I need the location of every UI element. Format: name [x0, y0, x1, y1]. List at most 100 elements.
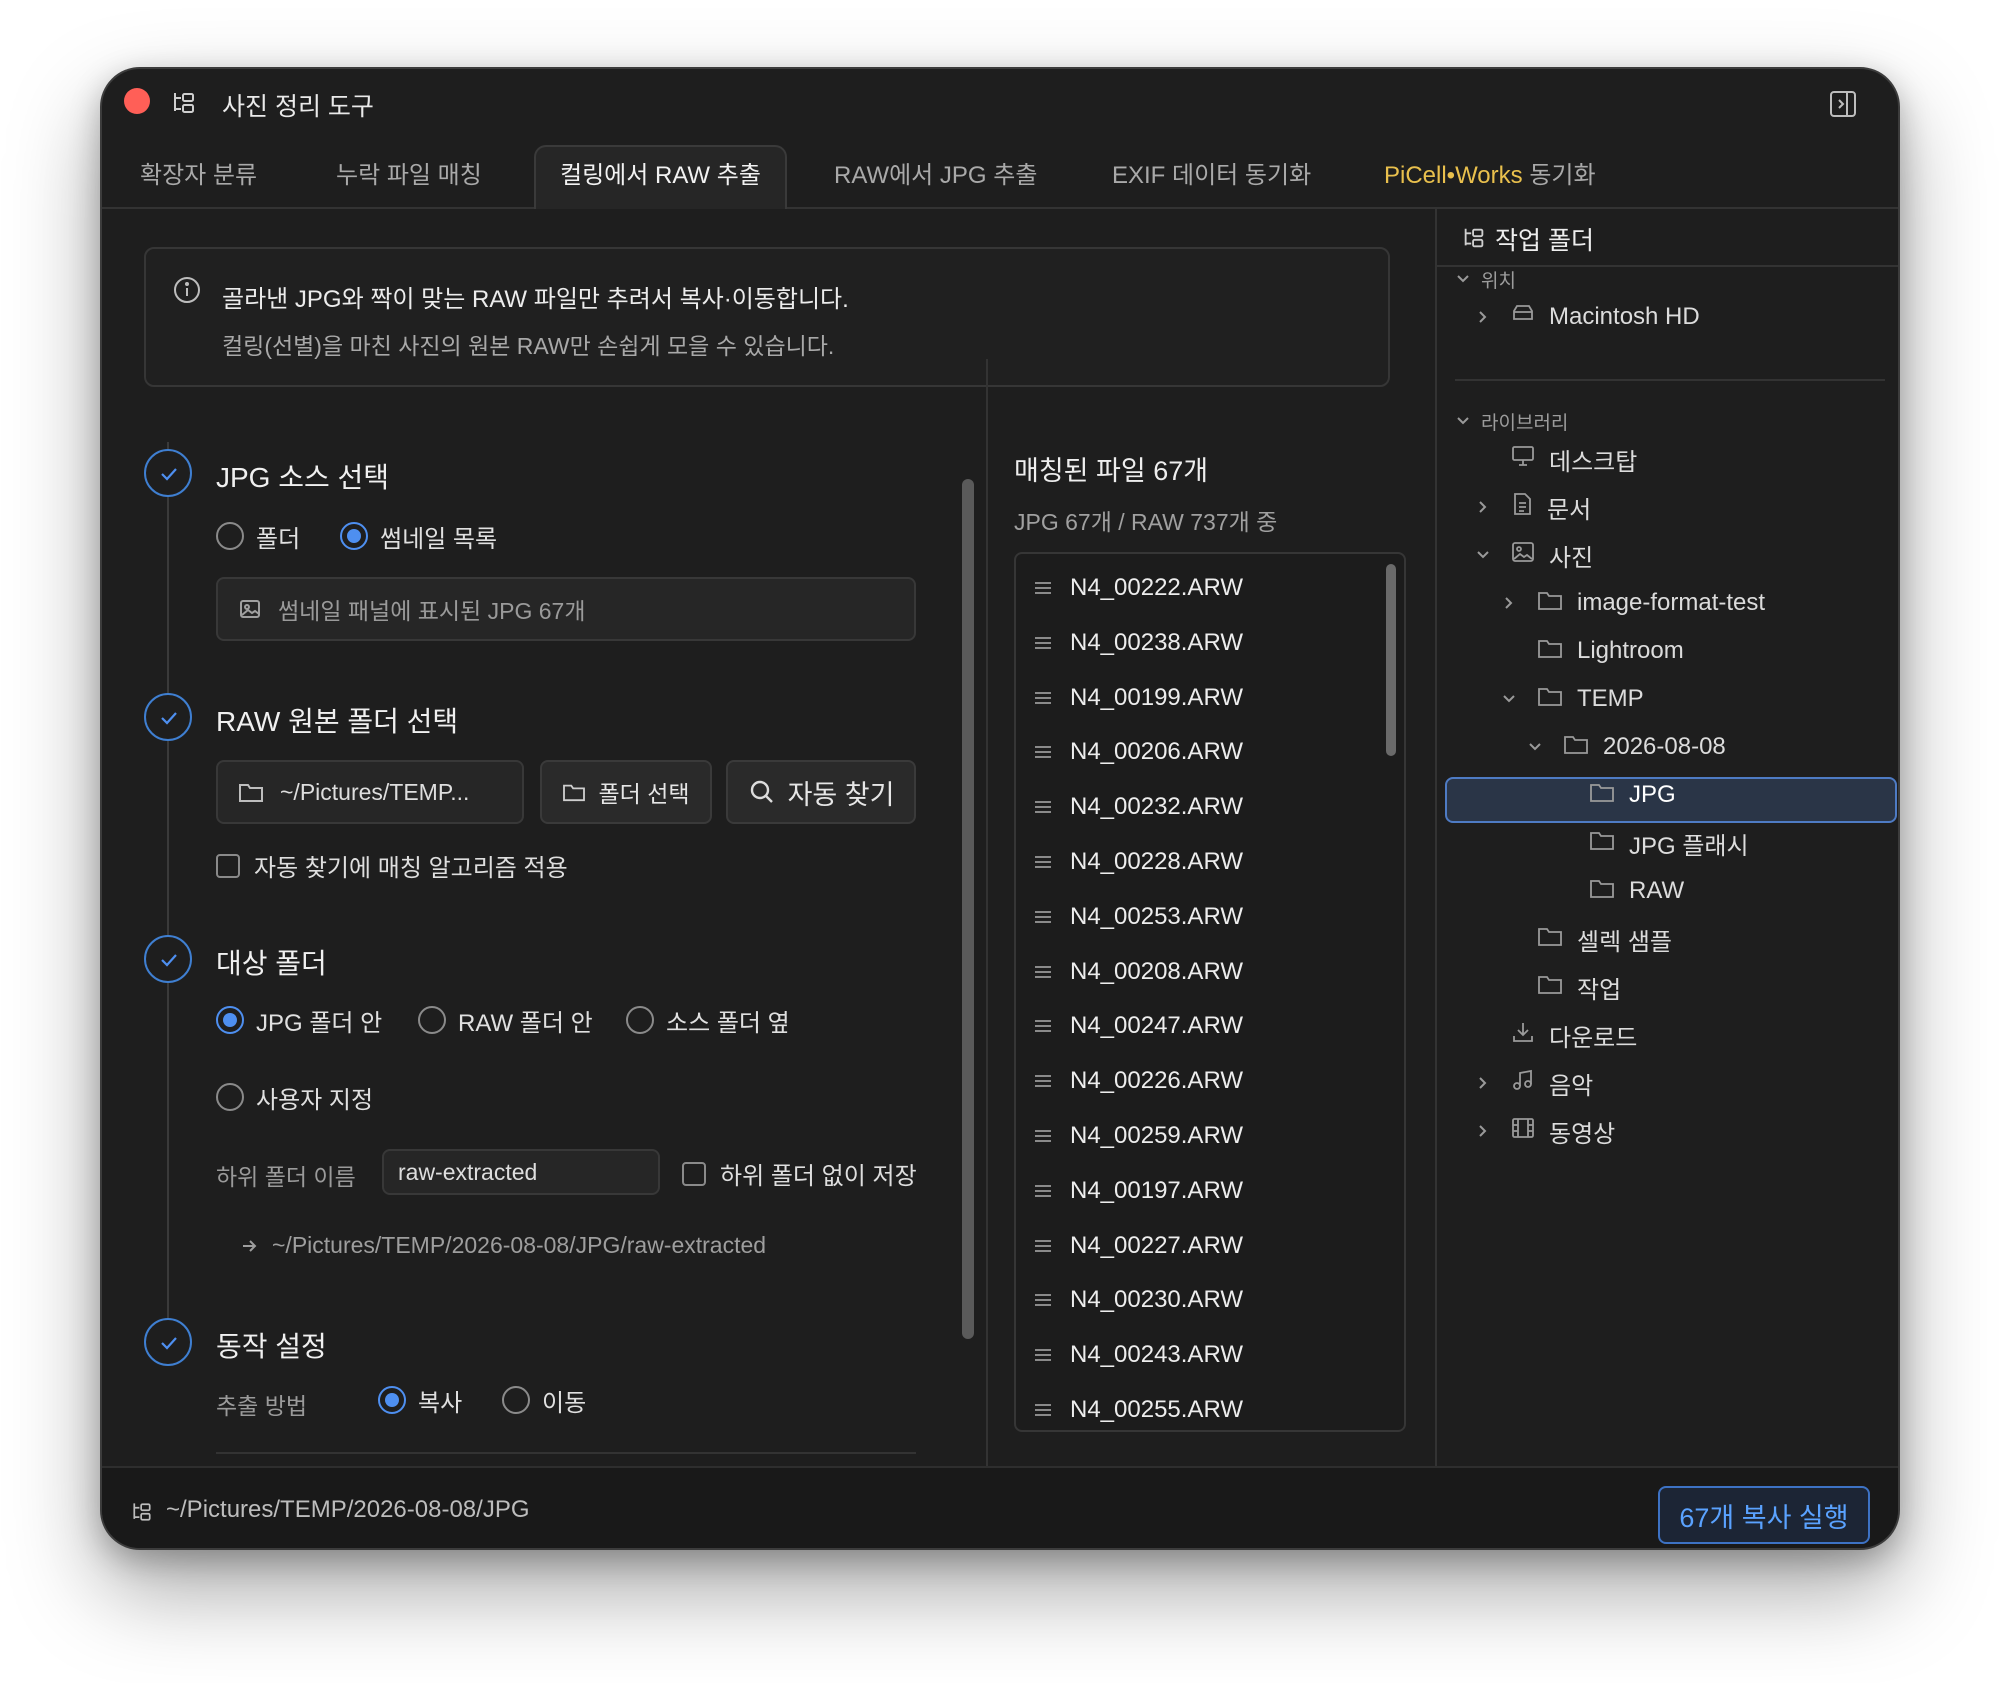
- run-copy-button[interactable]: 67개 복사 실행: [1658, 1486, 1870, 1544]
- file-list-item[interactable]: N4_00206.ARW: [1034, 732, 1243, 772]
- tree-item-movies[interactable]: 동영상: [1475, 1109, 1615, 1153]
- column-divider: [986, 359, 988, 1466]
- auto-find-button[interactable]: 자동 찾기: [726, 760, 916, 824]
- file-list-item[interactable]: N4_00222.ARW: [1034, 568, 1243, 608]
- algorithm-checkbox[interactable]: 자동 찾기에 매칭 알고리즘 적용: [216, 848, 568, 883]
- drag-handle-icon: [1035, 1404, 1051, 1416]
- tab-extension-sort[interactable]: 확장자 분류: [140, 147, 257, 209]
- tree-item-image-format-test[interactable]: image-format-test: [1501, 581, 1765, 625]
- tree-item-work[interactable]: 작업: [1501, 965, 1621, 1009]
- tab-jpg-from-raw[interactable]: RAW에서 JPG 추출: [834, 147, 1037, 209]
- file-list-item[interactable]: N4_00228.ARW: [1034, 842, 1243, 882]
- video-icon: [1512, 1117, 1534, 1138]
- select-folder-button[interactable]: 폴더 선택: [540, 760, 712, 824]
- file-list-item[interactable]: N4_00247.ARW: [1034, 1006, 1243, 1046]
- chevron-right-icon[interactable]: [1475, 499, 1491, 515]
- file-list-item[interactable]: N4_00259.ARW: [1034, 1116, 1243, 1156]
- radio-label: 사용자 지정: [256, 1086, 374, 1114]
- radio-source-folder[interactable]: 폴더: [216, 520, 301, 553]
- chevron-right-icon[interactable]: [1501, 595, 1517, 611]
- tree-item-label: Lightroom: [1577, 637, 1684, 664]
- tree-item-music[interactable]: 음악: [1475, 1061, 1593, 1105]
- work-folder-title: 작업 폴더: [1495, 227, 1594, 255]
- tree-item-label: 음악: [1549, 1072, 1594, 1100]
- drag-handle-icon: [1035, 1294, 1051, 1307]
- file-list-scrollbar[interactable]: [1386, 564, 1396, 756]
- photo-icon: [1512, 541, 1534, 562]
- file-list-item[interactable]: N4_00227.ARW: [1034, 1226, 1243, 1266]
- radio-target-custom[interactable]: 사용자 지정: [216, 1081, 374, 1114]
- info-description: 골라낸 JPG와 짝이 맞는 RAW 파일만 추려서 복사·이동합니다.: [222, 286, 849, 313]
- file-list-item[interactable]: N4_00232.ARW: [1034, 787, 1243, 827]
- tree-item-documents[interactable]: 문서: [1475, 485, 1591, 529]
- tab-picellworks-sync[interactable]: PiCell•Works 동기화: [1384, 147, 1596, 209]
- file-list-item[interactable]: N4_00253.ARW: [1034, 897, 1243, 937]
- chevron-down-icon[interactable]: [1475, 547, 1491, 563]
- tree-item-desktop[interactable]: 데스크탑: [1475, 437, 1637, 481]
- tree-item-select-samples[interactable]: 셀렉 샘플: [1501, 917, 1672, 961]
- tree-item-2026-08-08[interactable]: 2026-08-08: [1527, 725, 1726, 769]
- file-list-item[interactable]: N4_00199.ARW: [1034, 678, 1243, 718]
- radio-target-jpg[interactable]: JPG 폴더 안: [216, 1004, 382, 1037]
- extraction-method-label: 추출 방법: [216, 1393, 308, 1419]
- radio-method-move[interactable]: 이동: [502, 1384, 587, 1417]
- tree-item-jpg-flash[interactable]: JPG 플래시: [1553, 821, 1749, 865]
- file-list-item[interactable]: N4_00255.ARW: [1034, 1390, 1243, 1430]
- radio-target-beside-source[interactable]: 소스 폴더 옆: [626, 1004, 790, 1037]
- options-scrollbar[interactable]: [962, 479, 974, 1339]
- tree-item-jpg[interactable]: JPG: [1553, 773, 1676, 817]
- tree-item-downloads[interactable]: 다운로드: [1475, 1013, 1637, 1057]
- file-list-item[interactable]: N4_00197.ARW: [1034, 1171, 1243, 1211]
- tree-item-temp[interactable]: TEMP: [1501, 677, 1644, 721]
- close-window-button[interactable]: [124, 88, 150, 114]
- file-list-item[interactable]: N4_00208.ARW: [1034, 952, 1243, 992]
- info-box: 골라낸 JPG와 짝이 맞는 RAW 파일만 추려서 복사·이동합니다. 컬링(…: [144, 247, 1390, 387]
- subfolder-name-input[interactable]: raw-extracted: [382, 1149, 660, 1195]
- tree-item-raw[interactable]: RAW: [1553, 869, 1684, 913]
- file-list-item[interactable]: N4_00230.ARW: [1034, 1280, 1243, 1320]
- tree-item-macintosh-hd[interactable]: Macintosh HD: [1475, 295, 1700, 339]
- raw-folder-path-field[interactable]: ~/Pictures/TEMP...: [216, 760, 524, 824]
- radio-label: RAW 폴더 안: [458, 1009, 593, 1037]
- file-list-item[interactable]: N4_00226.ARW: [1034, 1061, 1243, 1101]
- no-subfolder-checkbox[interactable]: 하위 폴더 없이 저장: [682, 1156, 917, 1191]
- tree-item-lightroom[interactable]: Lightroom: [1501, 629, 1684, 673]
- raw-folder-path: ~/Pictures/TEMP...: [280, 778, 470, 805]
- radio-method-copy[interactable]: 복사: [378, 1384, 462, 1417]
- sidebar-toggle-icon[interactable]: [1828, 89, 1858, 119]
- checkbox-box: [682, 1161, 706, 1186]
- tree-item-label: 동영상: [1549, 1120, 1616, 1148]
- drag-handle-icon: [1035, 746, 1051, 759]
- radio-target-raw[interactable]: RAW 폴더 안: [418, 1004, 593, 1037]
- chevron-right-icon[interactable]: [1475, 1123, 1491, 1139]
- tree-item-label: 다운로드: [1549, 1024, 1638, 1052]
- chevron-down-icon[interactable]: [1455, 271, 1471, 287]
- radio-label: 폴더: [256, 525, 301, 553]
- chevron-down-icon[interactable]: [1527, 739, 1543, 755]
- radio-label: 소스 폴더 옆: [666, 1009, 790, 1037]
- document-icon: [1514, 492, 1531, 515]
- radio-label: 이동: [542, 1389, 587, 1417]
- radio-source-thumbnails[interactable]: 썸네일 목록: [340, 520, 497, 553]
- file-list-item[interactable]: N4_00238.ARW: [1034, 623, 1243, 663]
- tree-item-pictures[interactable]: 사진: [1475, 533, 1593, 577]
- drag-handle-icon: [1035, 691, 1051, 704]
- tab-missing-match[interactable]: 누락 파일 매칭: [336, 147, 482, 209]
- chevron-down-icon[interactable]: [1455, 413, 1471, 429]
- tab-exif-sync[interactable]: EXIF 데이터 동기화: [1112, 147, 1311, 209]
- folder-icon: [1590, 831, 1614, 850]
- work-folder-panel: 작업 폴더 위치 Macintosh HD 라이브러리 데스크탑 문서 사진 image-f…: [1435, 209, 1898, 1466]
- file-list-item[interactable]: N4_00243.ARW: [1034, 1335, 1243, 1375]
- tree-item-label: image-format-test: [1577, 589, 1766, 616]
- radio-dot-selected: [216, 1006, 244, 1034]
- target-folder-title: 대상 폴더: [216, 948, 327, 979]
- tab-raw-from-culling[interactable]: 컬링에서 RAW 추출: [534, 145, 787, 209]
- info-subdescription: 컬링(선별)을 마친 사진의 원본 RAW만 손쉽게 모을 수 있습니다.: [222, 333, 835, 359]
- chevron-down-icon[interactable]: [1501, 691, 1517, 707]
- tree-item-label: TEMP: [1577, 685, 1644, 712]
- folder-icon: [563, 784, 586, 802]
- chevron-right-icon[interactable]: [1475, 309, 1491, 325]
- music-icon: [1513, 1069, 1532, 1090]
- chevron-right-icon[interactable]: [1475, 1075, 1491, 1091]
